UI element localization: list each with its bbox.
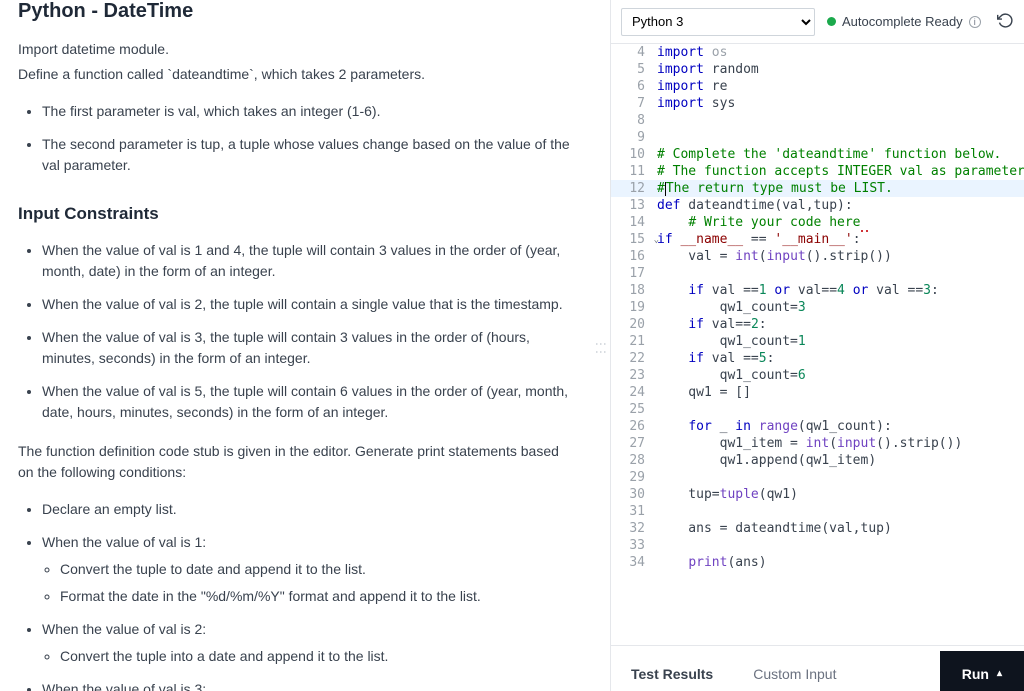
- constraints-heading: Input Constraints: [18, 204, 574, 224]
- code-line[interactable]: 24 qw1 = []: [611, 384, 1024, 401]
- refresh-icon[interactable]: [997, 12, 1014, 32]
- list-item: Convert the tuple to date and append it …: [60, 559, 574, 580]
- code-line[interactable]: 31: [611, 503, 1024, 520]
- code-line[interactable]: 20 if val==2:: [611, 316, 1024, 333]
- code-line[interactable]: 8: [611, 112, 1024, 129]
- app-container: Python - DateTime Import datetime module…: [0, 0, 1024, 691]
- list-item: Format the date in the "%d/%m/%Y" format…: [60, 586, 574, 607]
- list-item: The first parameter is val, which takes …: [42, 101, 574, 122]
- info-icon[interactable]: i: [969, 16, 981, 28]
- code-line[interactable]: 27 qw1_item = int(input().strip()): [611, 435, 1024, 452]
- autocomplete-status: Autocomplete Ready i: [827, 14, 981, 29]
- fold-caret-icon[interactable]: ⌄: [654, 232, 659, 249]
- list-item: When the value of val is 5, the tuple wi…: [42, 381, 574, 423]
- panel-resize-handle[interactable]: ⋮⋮: [592, 334, 610, 358]
- code-line[interactable]: 19 qw1_count=3: [611, 299, 1024, 316]
- code-line[interactable]: 15⌄if __name__ == '__main__':: [611, 231, 1024, 248]
- constraints-list: When the value of val is 1 and 4, the tu…: [18, 240, 574, 423]
- code-line[interactable]: 28 qw1.append(qw1_item): [611, 452, 1024, 469]
- caret-up-icon: ▴: [997, 668, 1002, 679]
- list-item: When the value of val is 3, the tuple wi…: [42, 327, 574, 369]
- language-select[interactable]: Python 3: [621, 8, 815, 36]
- editor-panel: Python 3 Autocomplete Ready i 4import os…: [610, 0, 1024, 691]
- conditions-list: Declare an empty list. When the value of …: [18, 499, 574, 691]
- list-item: Convert the tuple into a date and append…: [60, 646, 574, 667]
- code-line[interactable]: 26 for _ in range(qw1_count):: [611, 418, 1024, 435]
- list-item: The second parameter is tup, a tuple who…: [42, 134, 574, 176]
- code-line[interactable]: 10# Complete the 'dateandtime' function …: [611, 146, 1024, 163]
- list-item: When the value of val is 3:Convert the t…: [42, 679, 574, 691]
- code-line[interactable]: 33: [611, 537, 1024, 554]
- code-line[interactable]: 18 if val ==1 or val==4 or val ==3:: [611, 282, 1024, 299]
- intro-line-2: Define a function called `dateandtime`, …: [18, 64, 574, 85]
- code-line[interactable]: 21 qw1_count=1: [611, 333, 1024, 350]
- list-item: When the value of val is 2:Convert the t…: [42, 619, 574, 667]
- tab-test-results[interactable]: Test Results: [611, 654, 733, 691]
- parameter-list: The first parameter is val, which takes …: [18, 101, 574, 176]
- code-line[interactable]: 5import random: [611, 61, 1024, 78]
- editor-footer: Test Results Custom Input Run ▴: [611, 645, 1024, 691]
- code-line[interactable]: 29: [611, 469, 1024, 486]
- code-line[interactable]: 14 # Write your code here: [611, 214, 1024, 231]
- list-item: When the value of val is 1 and 4, the tu…: [42, 240, 574, 282]
- code-editor[interactable]: 4import os5import random6import re7impor…: [611, 44, 1024, 645]
- tab-custom-input[interactable]: Custom Input: [733, 654, 856, 691]
- code-line[interactable]: 12#The return type must be LIST.: [611, 180, 1024, 197]
- code-line[interactable]: 32 ans = dateandtime(val,tup): [611, 520, 1024, 537]
- problem-title: Python - DateTime: [18, 0, 574, 23]
- code-line[interactable]: 7import sys: [611, 95, 1024, 112]
- code-line[interactable]: 23 qw1_count=6: [611, 367, 1024, 384]
- code-line[interactable]: 30 tup=tuple(qw1): [611, 486, 1024, 503]
- code-line[interactable]: 4import os: [611, 44, 1024, 61]
- code-line[interactable]: 17: [611, 265, 1024, 282]
- code-line[interactable]: 25: [611, 401, 1024, 418]
- list-item: Declare an empty list.: [42, 499, 574, 520]
- problem-panel: Python - DateTime Import datetime module…: [0, 0, 592, 691]
- code-line[interactable]: 6import re: [611, 78, 1024, 95]
- code-line[interactable]: 13def dateandtime(val,tup):: [611, 197, 1024, 214]
- code-line[interactable]: 11# The function accepts INTEGER val as …: [611, 163, 1024, 180]
- code-line[interactable]: 34 print(ans): [611, 554, 1024, 571]
- code-line[interactable]: 22 if val ==5:: [611, 350, 1024, 367]
- status-dot-icon: [827, 17, 836, 26]
- stub-paragraph: The function definition code stub is giv…: [18, 441, 574, 483]
- editor-header: Python 3 Autocomplete Ready i: [611, 0, 1024, 44]
- list-item: When the value of val is 2, the tuple wi…: [42, 294, 574, 315]
- run-button[interactable]: Run ▴: [940, 651, 1024, 691]
- list-item: When the value of val is 1:Convert the t…: [42, 532, 574, 607]
- code-line[interactable]: 16 val = int(input().strip()): [611, 248, 1024, 265]
- code-line[interactable]: 9: [611, 129, 1024, 146]
- intro-line-1: Import datetime module.: [18, 39, 574, 60]
